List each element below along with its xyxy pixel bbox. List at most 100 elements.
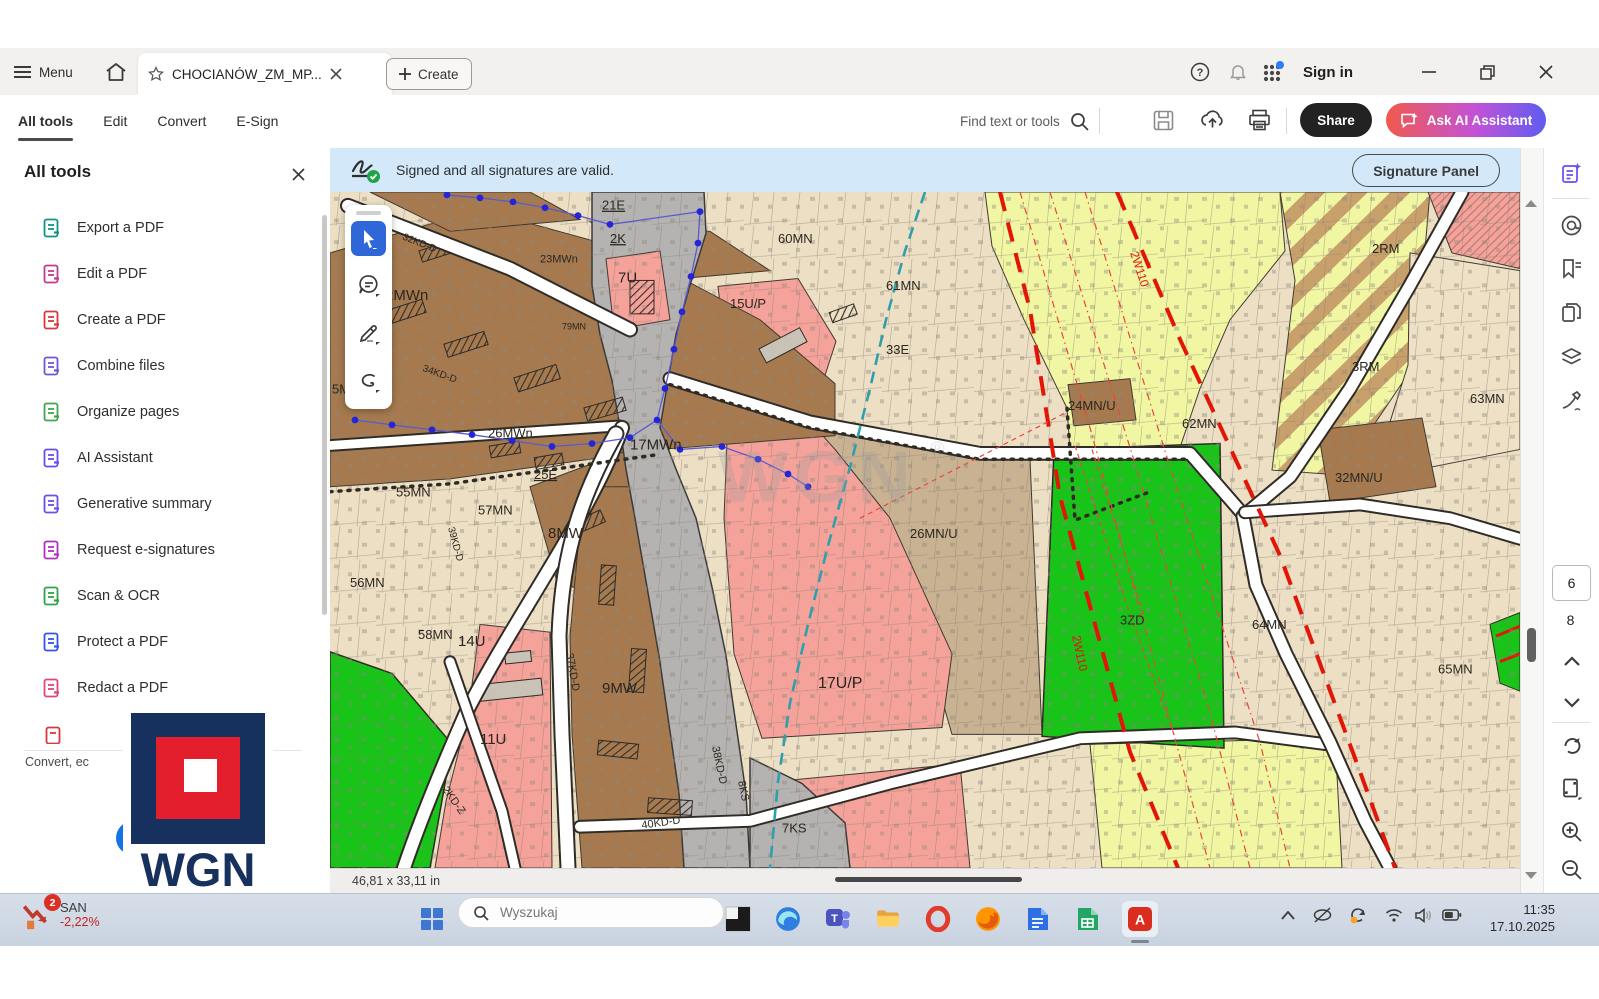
layers-button[interactable] <box>1560 346 1583 369</box>
bell-icon <box>1228 62 1248 82</box>
sidebar-item-generative-summary[interactable]: Generative summary <box>0 481 318 527</box>
taskbar-app-sheets[interactable] <box>1070 901 1106 937</box>
map-label-64MN: 64MN <box>1252 617 1287 632</box>
signatures-button[interactable] <box>1560 390 1583 413</box>
sidebar-item-combine-files[interactable]: Combine files <box>0 343 318 389</box>
rail-divider <box>1552 722 1590 723</box>
taskbar-search-input[interactable] <box>498 904 682 921</box>
sync-status[interactable] <box>1348 905 1368 925</box>
comment-tool[interactable] <box>351 267 386 302</box>
fit-page-button[interactable] <box>1560 777 1583 800</box>
app-launcher-button[interactable] <box>1260 60 1286 84</box>
sidebar-item-create-a-pdf[interactable]: Create a PDF <box>0 297 318 343</box>
volume-status[interactable] <box>1414 905 1434 925</box>
tray-expand-button[interactable] <box>1278 905 1298 925</box>
print-button[interactable] <box>1246 106 1273 133</box>
battery-status[interactable] <box>1442 905 1462 925</box>
upload-button[interactable] <box>1198 105 1226 133</box>
vertical-scrollbar[interactable] <box>1520 148 1544 893</box>
wifi-status[interactable] <box>1384 905 1404 925</box>
tab-close-icon[interactable] <box>330 68 342 80</box>
plus-icon <box>399 68 411 80</box>
rotate-page-button[interactable] <box>1560 734 1583 757</box>
acrobat-icon: A <box>1127 906 1153 932</box>
map-label-23MWn: 23MWn <box>540 254 578 266</box>
sign-in-button[interactable]: Sign in <box>1303 58 1353 86</box>
sidebar-scrollbar[interactable] <box>322 215 327 615</box>
minimize-button[interactable] <box>1418 62 1440 82</box>
speaker-icon <box>1415 908 1433 923</box>
lasso-tool[interactable] <box>351 363 386 398</box>
ai-chat-icon <box>1400 112 1419 129</box>
vertical-scrollbar-thumb[interactable] <box>1527 628 1536 662</box>
horizontal-scrollbar[interactable] <box>835 877 1022 882</box>
map-label-26MN/U: 26MN/U <box>910 526 958 541</box>
panel-close-button[interactable] <box>288 164 308 184</box>
help-button[interactable]: ? <box>1188 60 1212 84</box>
bookmarks-button[interactable] <box>1560 257 1583 280</box>
map-label-3RM: 3RM <box>1352 359 1379 374</box>
pdf-map-canvas[interactable]: WGN ® 21E2K7U15U/P60MN61MN33E23MWn2MWn79… <box>330 192 1520 868</box>
taskbar-clock[interactable]: 11:35 17.10.2025 <box>1460 901 1555 935</box>
teams-icon: T <box>825 906 851 932</box>
find-tools[interactable]: Find text or tools <box>960 95 1100 147</box>
notifications-button[interactable] <box>1226 60 1250 84</box>
palette-drag-handle[interactable] <box>356 211 381 215</box>
privacy-indicator[interactable] <box>1312 905 1332 925</box>
home-button[interactable] <box>102 58 130 86</box>
generative-summary-button[interactable] <box>1560 162 1583 185</box>
scroll-down-arrow[interactable] <box>1525 872 1537 879</box>
taskbar-app-teams[interactable]: T <box>820 901 856 937</box>
page-number-box[interactable]: 6 <box>1552 565 1591 601</box>
create-tab-button[interactable]: Create <box>386 58 472 90</box>
sidebar-item-ai-assistant[interactable]: AI Assistant <box>0 435 318 481</box>
taskbar-app-opera[interactable] <box>920 901 956 937</box>
document-tab[interactable]: CHOCIANÓW_ZM_MP... <box>138 53 392 95</box>
nav-tab-all-tools[interactable]: All tools <box>18 95 73 147</box>
menu-button[interactable]: Menu <box>14 58 73 86</box>
sidebar-item-organize-pages[interactable]: Organize pages <box>0 389 318 435</box>
map-label-2K: 2K <box>610 231 626 246</box>
save-button[interactable] <box>1150 107 1176 133</box>
comments-button[interactable] <box>1560 214 1583 237</box>
zoom-out-button[interactable] <box>1560 858 1583 881</box>
nav-tab-convert[interactable]: Convert <box>157 95 206 147</box>
restore-button[interactable] <box>1476 62 1498 82</box>
sidebar-item-export-a-pdf[interactable]: Export a PDF <box>0 205 318 251</box>
share-button[interactable]: Share <box>1300 103 1372 137</box>
sidebar-item-request-e-signatures[interactable]: Request e-signatures <box>0 527 318 573</box>
taskbar-app-explorer[interactable] <box>870 901 906 937</box>
zoom-in-icon <box>1560 820 1583 843</box>
notification-dot <box>1276 61 1284 69</box>
map-label-61MN: 61MN <box>886 278 921 293</box>
taskbar-app-firefox[interactable] <box>970 901 1006 937</box>
taskbar-search[interactable] <box>458 897 724 928</box>
taskbar-app-acrobat[interactable]: A <box>1122 901 1158 937</box>
page-thumbnails-button[interactable] <box>1560 301 1583 324</box>
nav-tab-edit[interactable]: Edit <box>103 95 127 147</box>
taskbar-stock-widget[interactable]: 2 SAN -2,22% <box>20 898 100 932</box>
tool-label: Protect a PDF <box>77 634 168 650</box>
taskbar-app-tasks[interactable] <box>720 901 756 937</box>
sidebar-item-protect-a-pdf[interactable]: Protect a PDF <box>0 619 318 665</box>
eye-slash-icon <box>1313 907 1332 923</box>
home-icon <box>105 62 127 82</box>
sidebar-item-edit-a-pdf[interactable]: Edit a PDF <box>0 251 318 297</box>
nav-tab-e-sign[interactable]: E-Sign <box>236 95 278 147</box>
scroll-up-arrow[interactable] <box>1525 200 1537 207</box>
signature-panel-button[interactable]: Signature Panel <box>1352 154 1500 187</box>
zoom-in-button[interactable] <box>1560 820 1583 843</box>
previous-page-button[interactable] <box>1560 650 1583 673</box>
ask-ai-assistant-button[interactable]: Ask AI Assistant <box>1386 103 1546 137</box>
taskbar-app-edge[interactable] <box>770 901 806 937</box>
start-button[interactable] <box>414 901 450 937</box>
sidebar-item-scan-ocr[interactable]: Scan & OCR <box>0 573 318 619</box>
select-tool[interactable] <box>351 221 386 256</box>
draw-tool[interactable] <box>351 315 386 350</box>
taskbar-app-docs[interactable] <box>1020 901 1056 937</box>
close-button[interactable] <box>1535 62 1557 82</box>
next-page-button[interactable] <box>1560 690 1583 713</box>
find-placeholder: Find text or tools <box>960 114 1060 129</box>
zoning-map: WGN ® 21E2K7U15U/P60MN61MN33E23MWn2MWn79… <box>330 192 1520 868</box>
quick-tools-palette[interactable] <box>345 205 392 409</box>
